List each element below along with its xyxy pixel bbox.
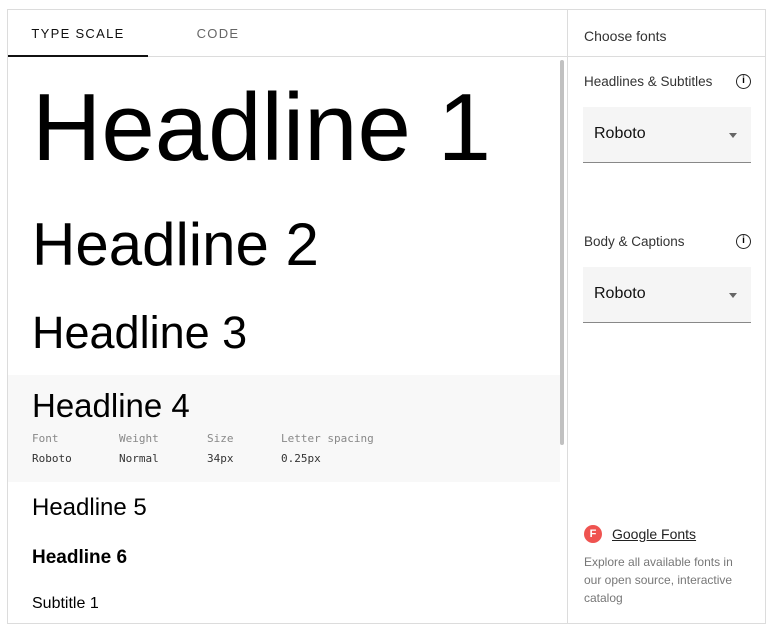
type-scale-tool: TYPE SCALE CODE Headline 1 Headline 2 He… [7,9,766,624]
tab-bar: TYPE SCALE CODE [8,10,567,57]
letter-spacing-value: 0.25px [281,452,321,465]
tab-code[interactable]: CODE [148,10,288,56]
letter-spacing-label: Letter spacing [281,432,374,445]
google-fonts-icon: F [584,525,602,543]
weight-value: Normal [119,452,159,465]
type-scale-panel: TYPE SCALE CODE Headline 1 Headline 2 He… [8,10,568,623]
google-fonts-description: Explore all available fonts in our open … [584,555,733,605]
body-font-value: Roboto [594,285,646,302]
google-fonts-link-row: F Google Fonts [584,525,696,543]
dropdown-arrow-icon [729,133,737,142]
scrollbar[interactable] [560,60,564,445]
headline-5-sample[interactable]: Headline 5 [32,496,147,520]
font-value: Roboto [32,452,72,465]
tab-type-scale[interactable]: TYPE SCALE [8,10,148,57]
headlines-font-value: Roboto [594,125,646,142]
headlines-label: Headlines & Subtitles [584,74,713,89]
headline-3-sample[interactable]: Headline 3 [32,310,247,355]
body-font-select[interactable]: Roboto [583,267,751,323]
headline-4-selected-row[interactable]: Headline 4 Font Weight Size Letter spaci… [8,375,560,482]
body-label: Body & Captions [584,234,685,249]
google-fonts-link[interactable]: Google Fonts [612,526,696,542]
font-label: Font [32,432,59,445]
headline-6-sample[interactable]: Headline 6 [32,548,127,567]
headlines-font-select[interactable]: Roboto [583,107,751,163]
weight-label: Weight [119,432,159,445]
dropdown-arrow-icon [729,293,737,302]
size-label: Size [207,432,234,445]
panel-title: Choose fonts [584,28,667,44]
divider [568,56,765,57]
headline-4-sample: Headline 4 [32,387,190,424]
info-icon[interactable]: i [736,234,751,249]
headline-1-sample[interactable]: Headline 1 [32,80,491,176]
choose-fonts-panel: Choose fonts Headlines & Subtitles i Rob… [568,10,765,623]
headline-2-sample[interactable]: Headline 2 [32,215,319,275]
size-value: 34px [207,452,234,465]
subtitle-1-sample[interactable]: Subtitle 1 [32,596,99,612]
info-icon[interactable]: i [736,74,751,89]
